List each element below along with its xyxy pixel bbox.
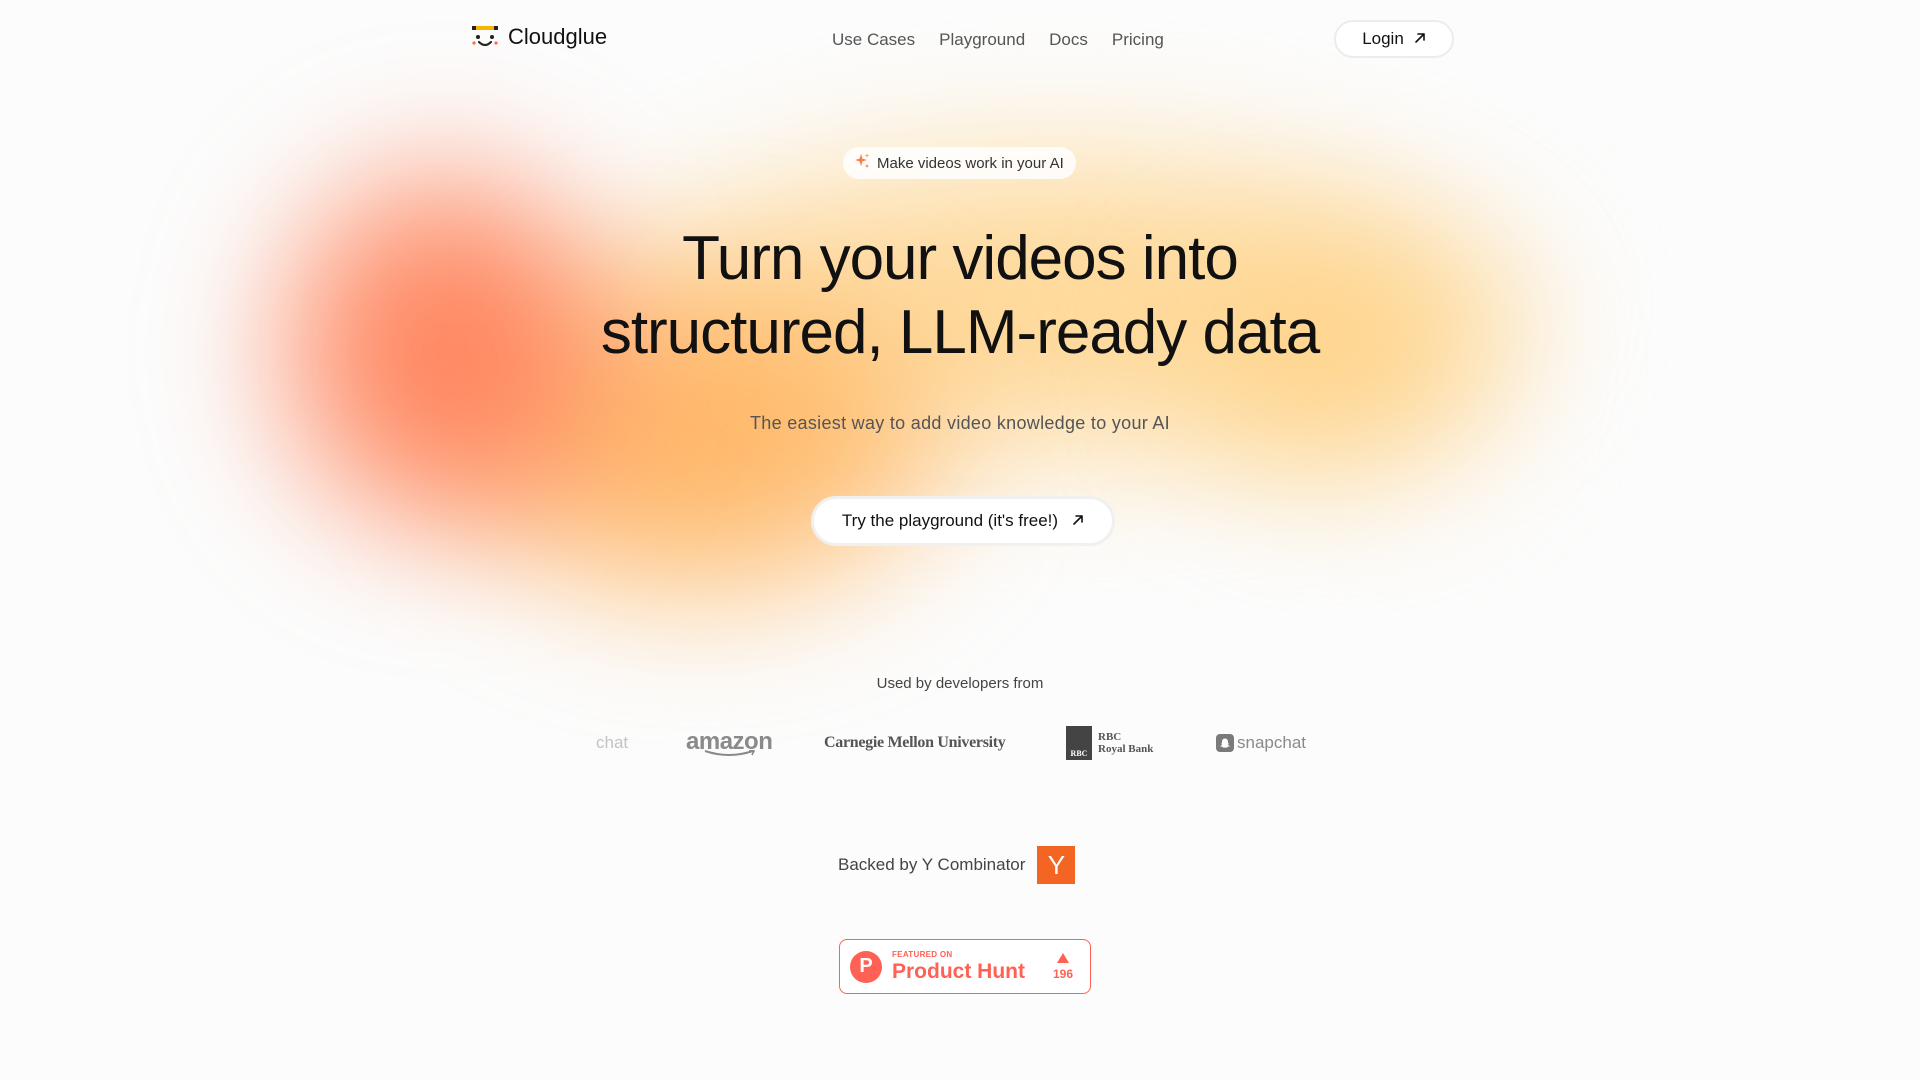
headline-line-1: Turn your videos into — [682, 224, 1239, 293]
snapchat-logo-partial: chat — [596, 718, 628, 768]
brand-name: Cloudglue — [508, 24, 608, 49]
rbc-wordmark: RBC Royal Bank — [1098, 731, 1154, 755]
product-hunt-text: FEATURED ON Product Hunt — [892, 950, 1025, 984]
arrow-up-right-icon — [1414, 29, 1426, 49]
product-hunt-badge[interactable]: P FEATURED ON Product Hunt 196 — [839, 939, 1091, 994]
cloudglue-logo-icon — [470, 24, 500, 50]
logo-text: chat — [596, 733, 629, 752]
main-nav: Use Cases Playground Docs Pricing — [832, 30, 1164, 50]
y-combinator-logo-icon: Y — [1037, 846, 1076, 884]
try-playground-button[interactable]: Try the playground (it's free!) — [811, 496, 1115, 546]
featured-on-label: FEATURED ON — [892, 949, 953, 959]
hero-subtitle: The easiest way to add video knowledge t… — [750, 413, 1170, 433]
amazon-logo: amazon — [686, 718, 773, 768]
upvote-count: 196 — [1052, 952, 1073, 981]
login-button[interactable]: Login — [1334, 20, 1454, 58]
cmu-logo: Carnegie Mellon University — [824, 718, 1006, 768]
vote-count: 196 — [1052, 966, 1073, 981]
site-header: Cloudglue Use Cases Playground Docs Pric… — [0, 0, 1920, 80]
cta-label: Try the playground (it's free!) — [841, 511, 1059, 530]
hero-headline: Turn your videos into structured, LLM-re… — [460, 222, 1460, 370]
logo-text: Carnegie Mellon University — [824, 734, 1006, 751]
nav-pricing[interactable]: Pricing — [1112, 30, 1164, 50]
snapchat-ghost-icon — [1216, 734, 1234, 752]
amazon-smile-icon — [704, 750, 756, 756]
sparkle-icon — [853, 152, 871, 174]
yc-label: Backed by Y Combinator — [838, 855, 1026, 874]
login-label: Login — [1362, 29, 1404, 48]
arrow-up-right-icon — [1072, 511, 1084, 531]
yc-backing: Backed by Y Combinator Y — [838, 846, 1076, 884]
upvote-triangle-icon — [1056, 952, 1069, 963]
snapchat-logo: snapchat — [1216, 718, 1306, 768]
landing-page: Cloudglue Use Cases Playground Docs Pric… — [0, 0, 1920, 1080]
rbc-shield-icon: RBC — [1066, 726, 1092, 760]
tagline-text: Make videos work in your AI — [877, 154, 1064, 172]
used-by-label: Used by developers from — [876, 675, 1044, 692]
nav-use-cases[interactable]: Use Cases — [832, 30, 915, 50]
rbc-logo: RBC RBC Royal Bank — [1066, 718, 1153, 768]
nav-playground[interactable]: Playground — [939, 30, 1025, 50]
product-hunt-logo-icon: P — [850, 950, 882, 983]
company-logos: chat amazon Carnegie Mellon University R… — [596, 718, 1324, 768]
logo-text: snapchat — [1237, 733, 1306, 752]
brand-logo[interactable]: Cloudglue — [470, 24, 607, 50]
nav-docs[interactable]: Docs — [1049, 30, 1088, 50]
tagline-pill: Make videos work in your AI — [843, 147, 1076, 179]
product-hunt-name: Product Hunt — [892, 959, 1025, 983]
headline-line-2: structured, LLM-ready data — [600, 298, 1320, 367]
